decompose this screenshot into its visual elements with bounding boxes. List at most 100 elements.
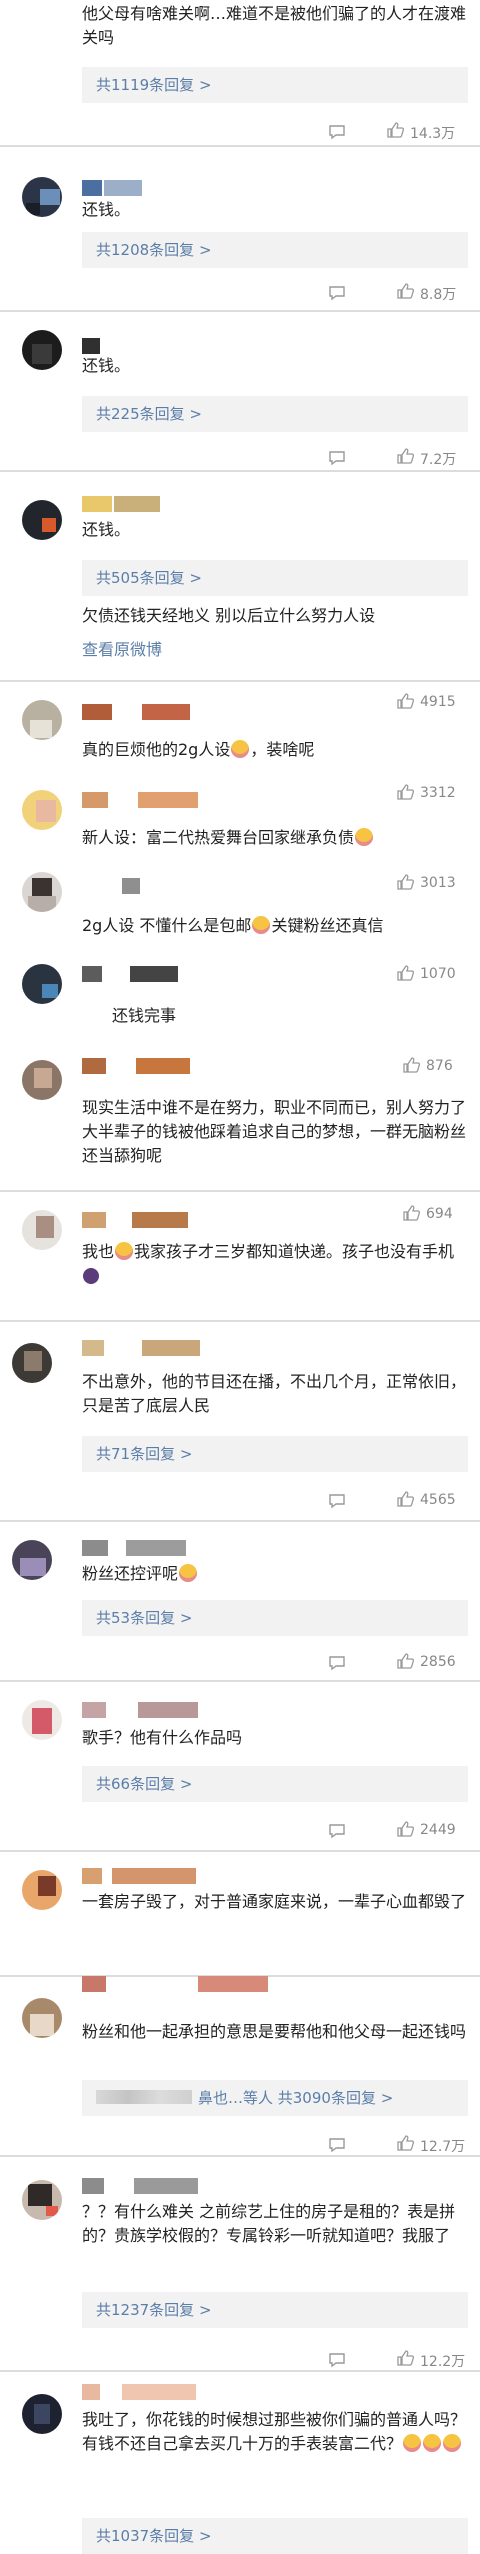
reply-bar[interactable]: 共1037条回复 > [82, 2518, 468, 2554]
comment-text: 新人设：富二代热爱舞台回家继承负债 [82, 826, 472, 850]
avatar [22, 872, 62, 912]
comment-text: 现实生活中谁不是在努力，职业不同而已，别人努力了大半辈子的钱被他踩着追求自己的梦… [82, 1098, 467, 1165]
comment-icon[interactable] [328, 124, 346, 140]
comment-icon[interactable] [328, 285, 346, 301]
comment-icon[interactable] [328, 2137, 346, 2153]
like-icon[interactable] [396, 783, 414, 801]
crying-emoji-icon [443, 2434, 462, 2452]
like-icon[interactable] [402, 1056, 420, 1074]
username[interactable] [82, 704, 192, 720]
comment-text: 2g人设 不懂什么是包邮 关键粉丝还真信 [82, 916, 384, 935]
username[interactable] [82, 1058, 192, 1074]
reply-count-link[interactable]: 共71条回复 > [96, 1444, 192, 1464]
username[interactable] [82, 2178, 202, 2194]
like-icon[interactable] [402, 1204, 420, 1222]
comment-icon[interactable] [328, 1823, 346, 1839]
like-icon[interactable] [396, 1820, 414, 1838]
avatar [22, 330, 62, 370]
reply-bar[interactable]: 共53条回复 > [82, 1600, 468, 1636]
like-icon[interactable] [396, 447, 414, 465]
divider [0, 1320, 480, 1322]
username[interactable] [82, 1868, 202, 1884]
like-icon[interactable] [396, 2349, 414, 2367]
reply-bar[interactable]: 共71条回复 > [82, 1436, 468, 1472]
reply-bar[interactable]: 共1208条回复 > [82, 232, 468, 268]
like-count: 12.7万 [420, 2139, 466, 2155]
like-count: 8.8万 [420, 287, 457, 303]
comment-text: 还钱完事 [112, 1006, 177, 1025]
avatar [22, 1998, 62, 2038]
username[interactable] [82, 878, 142, 894]
username[interactable] [82, 1212, 192, 1228]
like-icon[interactable] [396, 282, 414, 300]
username[interactable] [82, 180, 142, 196]
like-count: 4565 [420, 1492, 456, 1508]
view-original-weibo-link[interactable]: 查看原微博 [82, 636, 162, 660]
like-icon[interactable] [396, 692, 414, 710]
reply-count-link[interactable]: 共225条回复 > [96, 404, 202, 424]
like-count: 7.2万 [420, 452, 457, 468]
like-count: 694 [426, 1206, 453, 1222]
username[interactable] [82, 966, 182, 982]
comment-text: 还钱。 [82, 200, 131, 219]
reply-count-link[interactable]: 共1037条回复 > [96, 2526, 212, 2546]
like-icon[interactable] [396, 964, 414, 982]
reply-count-link[interactable]: 共505条回复 > [96, 568, 202, 588]
comment-icon[interactable] [328, 2352, 346, 2368]
reply-bar[interactable]: 共225条回复 > [82, 396, 468, 432]
like-icon[interactable] [386, 121, 404, 139]
reply-bar[interactable]: 共1119条回复 > [82, 67, 468, 103]
comment-text: 歌手？他有什么作品吗 [82, 1728, 243, 1747]
comment-icon[interactable] [328, 1655, 346, 1671]
comment-icon[interactable] [328, 1493, 346, 1509]
reply-count-link[interactable]: 共1119条回复 > [96, 75, 212, 95]
like-count: 12.2万 [420, 2354, 466, 2370]
like-icon[interactable] [396, 1652, 414, 1670]
divider [0, 1680, 480, 1682]
avatar [22, 964, 62, 1004]
reply-count-link[interactable]: 共1237条回复 > [96, 2300, 212, 2320]
username[interactable] [82, 1340, 202, 1356]
divider [0, 1190, 480, 1192]
avatar [22, 1870, 62, 1910]
avatar [22, 500, 62, 540]
like-icon[interactable] [396, 873, 414, 891]
reply-bar[interactable]: 鼻也…等人 共3090条回复 > [82, 2080, 468, 2116]
divider [0, 1850, 480, 1852]
username[interactable] [82, 338, 122, 354]
reply-bar[interactable]: 共1237条回复 > [82, 2292, 468, 2328]
divider [0, 310, 480, 312]
avatar [22, 1700, 62, 1740]
avatar [22, 1060, 62, 1100]
reply-count-link[interactable]: 鼻也…等人 共3090条回复 > [96, 2088, 393, 2108]
username[interactable] [82, 1540, 192, 1556]
divider [0, 2155, 480, 2157]
reply-count-link[interactable]: 共1208条回复 > [96, 240, 212, 260]
comment-text: 真的巨烦他的2g人设 ，装啥呢 [82, 740, 315, 759]
crying-emoji-icon [403, 2434, 422, 2452]
avatar [22, 790, 62, 830]
reply-bar[interactable]: 共66条回复 > [82, 1766, 468, 1802]
like-count: 2856 [420, 1654, 456, 1670]
like-icon[interactable] [396, 1490, 414, 1508]
username[interactable] [82, 792, 202, 808]
username[interactable] [82, 1976, 282, 1992]
reply-count-link[interactable]: 共66条回复 > [96, 1774, 192, 1794]
username[interactable] [82, 2384, 202, 2400]
reply-count-link[interactable]: 共53条回复 > [96, 1608, 192, 1628]
comment-text: ？？有什么难关 之前综艺上住的房子是租的？表是拼的？贵族学校假的？专属铃彩一听就… [82, 2202, 456, 2245]
comment-text: 他父母有啥难关啊…难道不是被他们骗了的人才在渡难关吗 [82, 4, 467, 47]
like-count: 3013 [420, 875, 456, 891]
username[interactable] [82, 496, 162, 512]
like-icon[interactable] [396, 2134, 414, 2152]
avatar [22, 177, 62, 217]
avatar [22, 2394, 62, 2434]
like-count: 2449 [420, 1822, 456, 1838]
wink-emoji-icon [252, 916, 271, 934]
reply-avatars [96, 2090, 192, 2104]
username[interactable] [82, 1702, 202, 1718]
comment-text: 一套房子毁了，对于普通家庭来说，一辈子心血都毁了 [82, 1892, 467, 1911]
reply-bar[interactable]: 共505条回复 > [82, 560, 468, 596]
crying-emoji-icon [423, 2434, 442, 2452]
comment-icon[interactable] [328, 450, 346, 466]
